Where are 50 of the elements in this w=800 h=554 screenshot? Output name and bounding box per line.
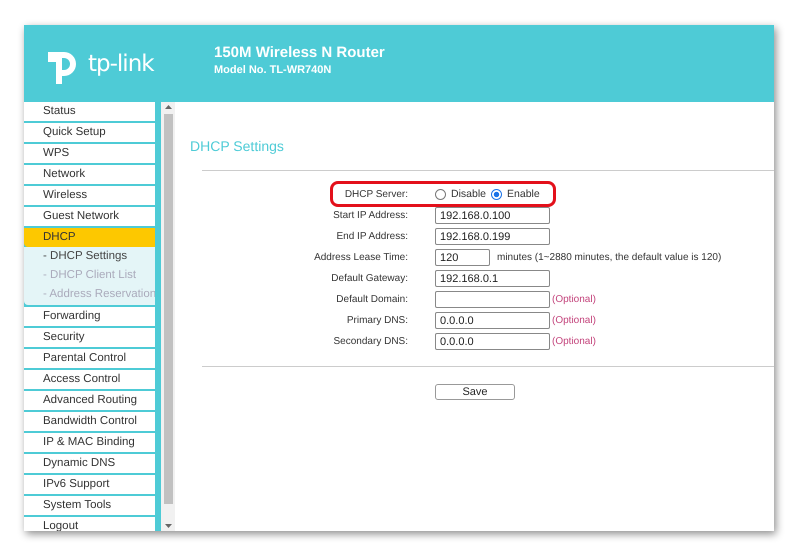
field-label: Default Domain: [335, 294, 408, 305]
sidebar-item[interactable]: Dynamic DNS [24, 454, 155, 473]
radio-label: Enable [507, 188, 540, 200]
router-title: 150M Wireless N Router [214, 44, 385, 60]
field-label: Address Lease Time: [313, 252, 408, 263]
input-field[interactable]: 0.0.0.0 [435, 312, 550, 329]
scroll-up-icon[interactable] [164, 105, 172, 109]
sidebar-item[interactable]: Advanced Routing [24, 391, 155, 410]
sidebar-item[interactable]: Network [24, 165, 155, 184]
optional-note: (Optional) [552, 294, 596, 305]
optional-note: (Optional) [552, 315, 596, 326]
sidebar-item[interactable]: Bandwidth Control [24, 412, 155, 431]
input-field[interactable]: 120 [435, 249, 490, 266]
optional-note: (Optional) [552, 336, 596, 347]
input-field[interactable]: 192.168.0.100 [435, 207, 550, 224]
radio-button[interactable] [435, 188, 446, 200]
sidebar-item[interactable]: Forwarding [24, 307, 155, 326]
field-label: Primary DNS: [346, 315, 408, 326]
input-field[interactable] [435, 291, 550, 308]
sidebar-item[interactable]: System Tools [24, 496, 155, 515]
input-field[interactable]: 0.0.0.0 [435, 333, 550, 350]
save-button[interactable]: Save [435, 384, 515, 400]
sidebar-item[interactable]: Access Control [24, 370, 155, 389]
sidebar-item[interactable]: WPS [24, 144, 155, 163]
field-label: Default Gateway: [330, 273, 408, 284]
scroll-down-icon[interactable] [164, 524, 172, 528]
sidebar-item[interactable]: Quick Setup [24, 123, 155, 142]
field-label: Start IP Address: [332, 210, 408, 221]
field-label: DHCP Server: [344, 188, 408, 200]
sidebar-item[interactable]: Status [24, 102, 155, 121]
input-field[interactable]: 192.168.0.199 [435, 228, 550, 245]
sidebar-item[interactable]: IPv6 Support [24, 475, 155, 494]
sidebar-item[interactable]: IP & MAC Binding [24, 433, 155, 452]
section-title: DHCP Settings [190, 138, 285, 154]
radio-label: Disable [451, 188, 486, 200]
scroll-thumb[interactable] [164, 114, 172, 504]
sidebar-item[interactable]: Wireless [24, 186, 155, 205]
radio-button[interactable] [491, 188, 502, 200]
scrollbar[interactable] [161, 102, 175, 531]
field-label: End IP Address: [335, 231, 408, 242]
input-field[interactable]: 192.168.0.1 [435, 270, 550, 287]
logo-text: tp-link [88, 50, 154, 76]
model-number: Model No. TL-WR740N [214, 64, 332, 76]
sidebar-item[interactable]: Parental Control [24, 349, 155, 368]
submenu-item[interactable]: - DHCP Settings [24, 247, 155, 266]
sidebar-item[interactable]: DHCP [24, 228, 155, 247]
hint-text: minutes (1~2880 minutes, the default value is 120) [497, 252, 722, 263]
field-label: Secondary DNS: [332, 336, 408, 347]
sidebar-item[interactable]: Security [24, 328, 155, 347]
sidebar-item[interactable]: Guest Network [24, 207, 155, 226]
